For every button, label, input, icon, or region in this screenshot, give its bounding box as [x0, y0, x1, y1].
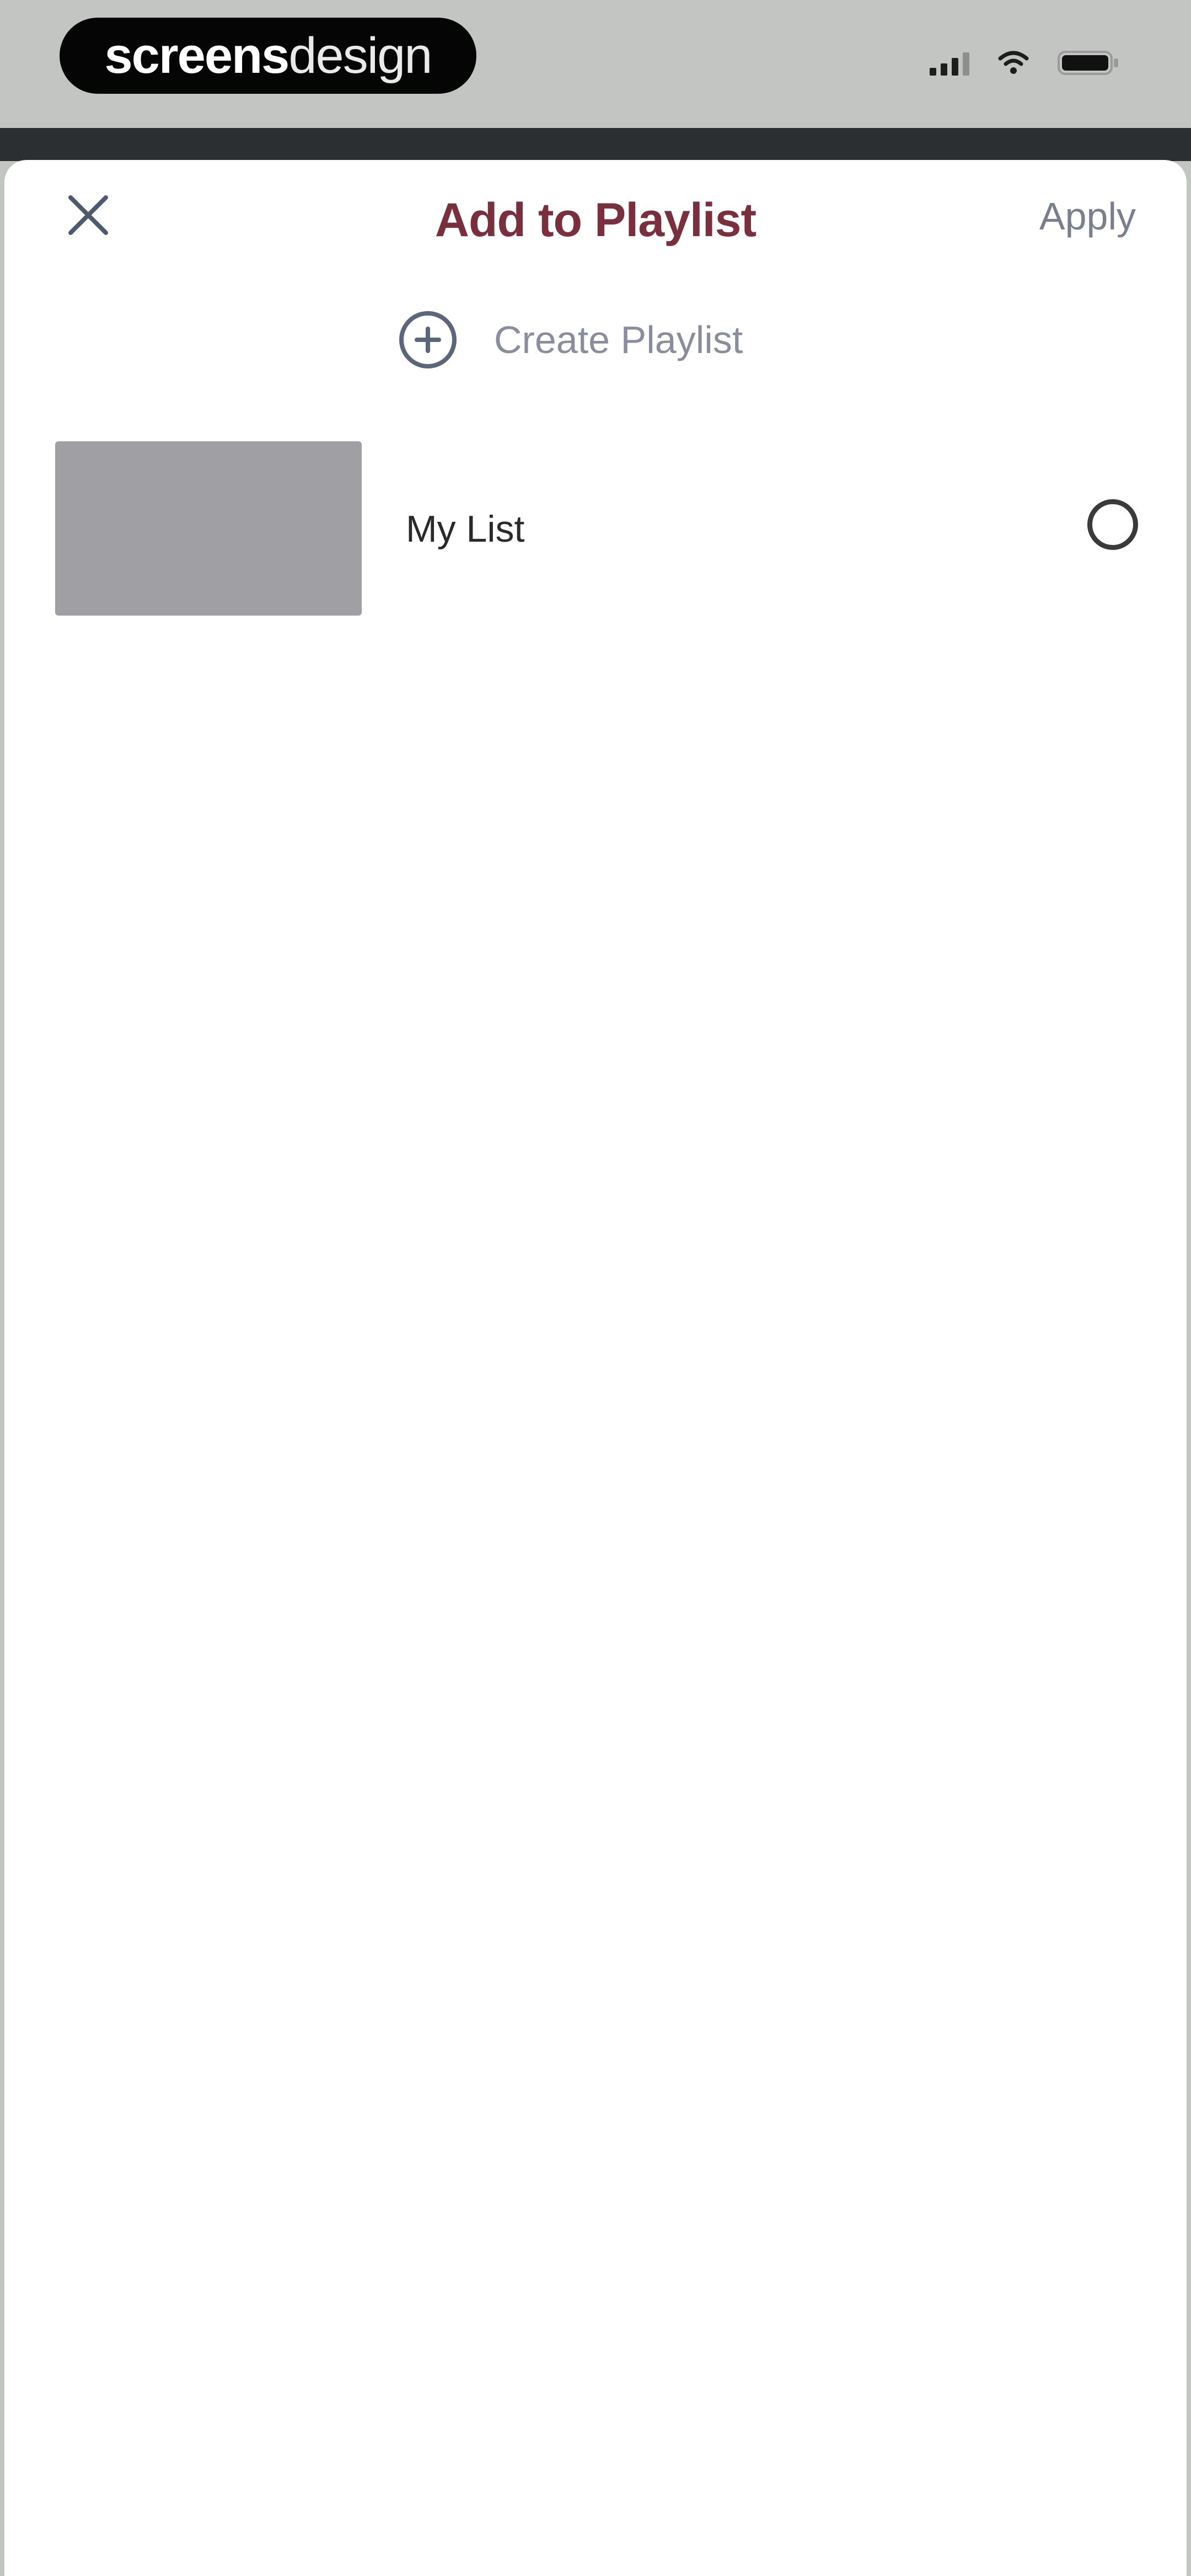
status-bar-divider [0, 128, 1191, 161]
playlist-row[interactable]: My List [55, 441, 1141, 616]
signal-icon [930, 50, 969, 76]
playlist-thumbnail [55, 441, 362, 616]
plus-circle-icon [399, 311, 457, 368]
status-bar: screens design [0, 0, 1191, 161]
wifi-icon [998, 51, 1029, 75]
apply-button[interactable]: Apply [1039, 194, 1136, 238]
battery-icon [1058, 50, 1119, 76]
logo-text-bold: screens [104, 27, 290, 84]
playlist-select-radio[interactable] [1087, 499, 1138, 550]
app-screen: screens design Add to Playlist Apply Cre… [0, 0, 1191, 2576]
playlist-name: My List [406, 508, 525, 550]
screensdesign-logo: screens design [60, 18, 476, 94]
logo-text-light: design [288, 27, 432, 84]
create-playlist-label: Create Playlist [494, 318, 743, 361]
page-title: Add to Playlist [434, 194, 757, 247]
status-icons [930, 50, 1119, 76]
create-playlist-button[interactable]: Create Playlist [397, 309, 743, 371]
